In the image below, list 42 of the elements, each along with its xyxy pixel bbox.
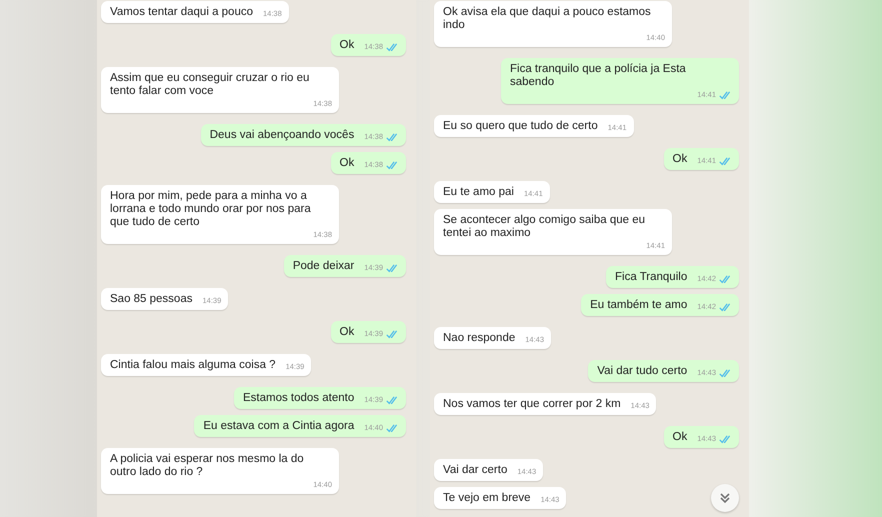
- message-text: Sao 85 pessoas: [110, 293, 192, 306]
- message-text: Cintia falou mais alguma coisa ?: [110, 359, 276, 372]
- message-text: Ok: [672, 153, 688, 166]
- message-text: Ok: [340, 39, 354, 52]
- message-text: Vai dar certo: [443, 464, 508, 477]
- read-ticks-icon: [719, 303, 732, 312]
- message-text: Vamos tentar daqui a pouco: [110, 6, 253, 19]
- message-text: Eu so quero que tudo de certo: [443, 120, 598, 133]
- message-text: Ok: [340, 326, 354, 339]
- message-text: Deus vai abençoando vocês: [210, 129, 354, 142]
- message-text: Hora por mim, pede para a minha vo a lorrana e todo mundo orar por nos para que tudo de certo: [110, 190, 312, 229]
- scroll-down-button[interactable]: [711, 484, 739, 512]
- message-text: Eu estava com a Cintia agora: [203, 420, 354, 433]
- message-text: Ok: [340, 157, 354, 170]
- message-text: Nao responde: [443, 332, 516, 345]
- message-text: Estamos todos atento: [242, 392, 354, 405]
- read-ticks-icon: [719, 275, 732, 284]
- read-ticks-icon: [386, 396, 399, 405]
- read-ticks-icon: [386, 43, 399, 52]
- message-text: Fica Tranquilo: [614, 271, 688, 284]
- read-ticks-icon: [386, 424, 399, 433]
- message-text: Vai dar tudo certo: [597, 365, 688, 378]
- message-text: Fica tranquilo que a polícia ja Esta sabendo: [510, 63, 687, 89]
- message-text: Te vejo em breve: [443, 492, 531, 505]
- read-ticks-icon: [719, 91, 732, 100]
- message-text: A policia vai esperar nos mesmo la do outro lado do rio ?: [110, 453, 305, 479]
- read-ticks-icon: [386, 133, 399, 142]
- read-ticks-icon: [719, 157, 732, 166]
- message-text: Eu te amo pai: [443, 186, 514, 199]
- message-text: Se acontecer algo comigo saiba que eu tentei ao maximo: [443, 214, 646, 240]
- read-ticks-icon: [386, 161, 399, 170]
- read-ticks-icon: [719, 435, 732, 444]
- read-ticks-icon: [386, 264, 399, 273]
- read-ticks-icon: [386, 330, 399, 339]
- message-text: Pode deixar: [292, 260, 354, 273]
- message-text: Nos vamos ter que correr por 2 km: [443, 398, 621, 411]
- message-text: Ok: [672, 431, 688, 444]
- double-chevron-down-icon: [719, 492, 731, 504]
- message-text: Eu também te amo: [590, 299, 688, 312]
- message-text: Assim que eu conseguir cruzar o rio eu tento falar com voce: [110, 72, 310, 98]
- message-text: Ok avisa ela que daqui a pouco estamos indo: [443, 6, 652, 32]
- read-ticks-icon: [719, 369, 732, 378]
